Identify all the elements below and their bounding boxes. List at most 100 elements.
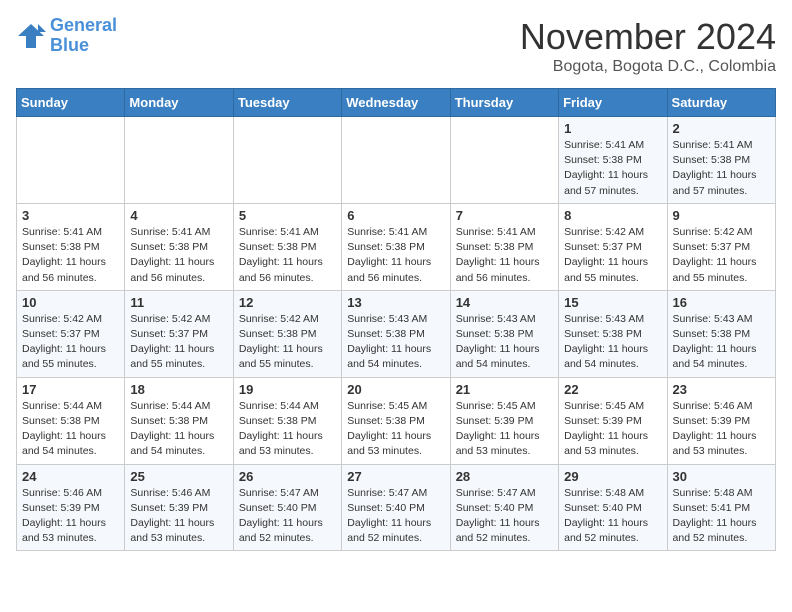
day-info: Sunrise: 5:46 AMSunset: 5:39 PMDaylight:…	[130, 486, 227, 547]
day-number: 10	[22, 295, 119, 310]
location-title: Bogota, Bogota D.C., Colombia	[520, 58, 776, 76]
day-number: 15	[564, 295, 661, 310]
day-number: 7	[456, 208, 553, 223]
day-info: Sunrise: 5:41 AMSunset: 5:38 PMDaylight:…	[130, 225, 227, 286]
day-cell: 6 Sunrise: 5:41 AMSunset: 5:38 PMDaylight…	[342, 203, 450, 290]
day-number: 1	[564, 121, 661, 136]
day-cell: 3 Sunrise: 5:41 AMSunset: 5:38 PMDaylight…	[17, 203, 125, 290]
day-cell: 7 Sunrise: 5:41 AMSunset: 5:38 PMDaylight…	[450, 203, 558, 290]
day-number: 13	[347, 295, 444, 310]
day-cell: 20 Sunrise: 5:45 AMSunset: 5:38 PMDayligh…	[342, 377, 450, 464]
day-info: Sunrise: 5:48 AMSunset: 5:40 PMDaylight:…	[564, 486, 661, 547]
day-cell: 19 Sunrise: 5:44 AMSunset: 5:38 PMDayligh…	[233, 377, 341, 464]
day-info: Sunrise: 5:46 AMSunset: 5:39 PMDaylight:…	[22, 486, 119, 547]
day-cell	[17, 117, 125, 204]
day-info: Sunrise: 5:44 AMSunset: 5:38 PMDaylight:…	[239, 399, 336, 460]
week-row-4: 17 Sunrise: 5:44 AMSunset: 5:38 PMDayligh…	[17, 377, 776, 464]
day-info: Sunrise: 5:41 AMSunset: 5:38 PMDaylight:…	[673, 138, 770, 199]
day-info: Sunrise: 5:43 AMSunset: 5:38 PMDaylight:…	[564, 312, 661, 373]
day-cell	[125, 117, 233, 204]
day-info: Sunrise: 5:45 AMSunset: 5:39 PMDaylight:…	[564, 399, 661, 460]
logo: General Blue	[16, 16, 117, 56]
day-cell	[342, 117, 450, 204]
week-row-3: 10 Sunrise: 5:42 AMSunset: 5:37 PMDayligh…	[17, 290, 776, 377]
day-cell: 2 Sunrise: 5:41 AMSunset: 5:38 PMDaylight…	[667, 117, 775, 204]
day-number: 26	[239, 469, 336, 484]
day-number: 5	[239, 208, 336, 223]
day-info: Sunrise: 5:41 AMSunset: 5:38 PMDaylight:…	[564, 138, 661, 199]
day-cell: 26 Sunrise: 5:47 AMSunset: 5:40 PMDayligh…	[233, 464, 341, 551]
day-number: 4	[130, 208, 227, 223]
day-info: Sunrise: 5:47 AMSunset: 5:40 PMDaylight:…	[239, 486, 336, 547]
logo-icon	[16, 22, 46, 50]
weekday-header-sunday: Sunday	[17, 89, 125, 117]
day-info: Sunrise: 5:46 AMSunset: 5:39 PMDaylight:…	[673, 399, 770, 460]
page-header: General Blue November 2024 Bogota, Bogot…	[16, 16, 776, 76]
day-number: 23	[673, 382, 770, 397]
day-info: Sunrise: 5:47 AMSunset: 5:40 PMDaylight:…	[347, 486, 444, 547]
day-number: 3	[22, 208, 119, 223]
day-number: 2	[673, 121, 770, 136]
day-info: Sunrise: 5:47 AMSunset: 5:40 PMDaylight:…	[456, 486, 553, 547]
day-number: 30	[673, 469, 770, 484]
day-cell: 4 Sunrise: 5:41 AMSunset: 5:38 PMDaylight…	[125, 203, 233, 290]
weekday-header-tuesday: Tuesday	[233, 89, 341, 117]
day-info: Sunrise: 5:43 AMSunset: 5:38 PMDaylight:…	[456, 312, 553, 373]
day-number: 22	[564, 382, 661, 397]
weekday-header-thursday: Thursday	[450, 89, 558, 117]
day-info: Sunrise: 5:44 AMSunset: 5:38 PMDaylight:…	[22, 399, 119, 460]
day-info: Sunrise: 5:43 AMSunset: 5:38 PMDaylight:…	[673, 312, 770, 373]
day-number: 14	[456, 295, 553, 310]
day-number: 17	[22, 382, 119, 397]
day-cell: 18Sunrise: 5:44 AMSunset: 5:38 PMDayligh…	[125, 377, 233, 464]
day-info: Sunrise: 5:48 AMSunset: 5:41 PMDaylight:…	[673, 486, 770, 547]
day-number: 28	[456, 469, 553, 484]
weekday-header-row: SundayMondayTuesdayWednesdayThursdayFrid…	[17, 89, 776, 117]
day-info: Sunrise: 5:45 AMSunset: 5:38 PMDaylight:…	[347, 399, 444, 460]
day-cell: 5 Sunrise: 5:41 AMSunset: 5:38 PMDaylight…	[233, 203, 341, 290]
day-number: 24	[22, 469, 119, 484]
day-cell: 30 Sunrise: 5:48 AMSunset: 5:41 PMDayligh…	[667, 464, 775, 551]
day-info: Sunrise: 5:44 AMSunset: 5:38 PMDaylight:…	[130, 399, 227, 460]
weekday-header-saturday: Saturday	[667, 89, 775, 117]
day-number: 16	[673, 295, 770, 310]
day-cell: 23 Sunrise: 5:46 AMSunset: 5:39 PMDayligh…	[667, 377, 775, 464]
day-info: Sunrise: 5:41 AMSunset: 5:38 PMDaylight:…	[22, 225, 119, 286]
day-cell: 14 Sunrise: 5:43 AMSunset: 5:38 PMDayligh…	[450, 290, 558, 377]
day-cell: 17 Sunrise: 5:44 AMSunset: 5:38 PMDayligh…	[17, 377, 125, 464]
day-cell: 1 Sunrise: 5:41 AMSunset: 5:38 PMDaylight…	[559, 117, 667, 204]
week-row-2: 3 Sunrise: 5:41 AMSunset: 5:38 PMDaylight…	[17, 203, 776, 290]
day-cell	[450, 117, 558, 204]
day-cell: 22 Sunrise: 5:45 AMSunset: 5:39 PMDayligh…	[559, 377, 667, 464]
day-info: Sunrise: 5:41 AMSunset: 5:38 PMDaylight:…	[456, 225, 553, 286]
day-number: 29	[564, 469, 661, 484]
day-number: 20	[347, 382, 444, 397]
calendar-table: SundayMondayTuesdayWednesdayThursdayFrid…	[16, 88, 776, 551]
day-info: Sunrise: 5:42 AMSunset: 5:37 PMDaylight:…	[564, 225, 661, 286]
day-number: 6	[347, 208, 444, 223]
day-cell: 15 Sunrise: 5:43 AMSunset: 5:38 PMDayligh…	[559, 290, 667, 377]
day-info: Sunrise: 5:42 AMSunset: 5:37 PMDaylight:…	[673, 225, 770, 286]
month-title: November 2024	[520, 16, 776, 58]
day-number: 9	[673, 208, 770, 223]
day-info: Sunrise: 5:45 AMSunset: 5:39 PMDaylight:…	[456, 399, 553, 460]
day-info: Sunrise: 5:42 AMSunset: 5:38 PMDaylight:…	[239, 312, 336, 373]
week-row-5: 24 Sunrise: 5:46 AMSunset: 5:39 PMDayligh…	[17, 464, 776, 551]
day-info: Sunrise: 5:42 AMSunset: 5:37 PMDaylight:…	[22, 312, 119, 373]
day-number: 11	[130, 295, 227, 310]
day-number: 19	[239, 382, 336, 397]
day-cell: 13 Sunrise: 5:43 AMSunset: 5:38 PMDayligh…	[342, 290, 450, 377]
day-cell: 24 Sunrise: 5:46 AMSunset: 5:39 PMDayligh…	[17, 464, 125, 551]
day-cell: 9 Sunrise: 5:42 AMSunset: 5:37 PMDaylight…	[667, 203, 775, 290]
day-cell: 28 Sunrise: 5:47 AMSunset: 5:40 PMDayligh…	[450, 464, 558, 551]
day-info: Sunrise: 5:41 AMSunset: 5:38 PMDaylight:…	[347, 225, 444, 286]
day-cell: 10 Sunrise: 5:42 AMSunset: 5:37 PMDayligh…	[17, 290, 125, 377]
day-info: Sunrise: 5:41 AMSunset: 5:38 PMDaylight:…	[239, 225, 336, 286]
day-info: Sunrise: 5:43 AMSunset: 5:38 PMDaylight:…	[347, 312, 444, 373]
weekday-header-friday: Friday	[559, 89, 667, 117]
title-block: November 2024 Bogota, Bogota D.C., Colom…	[520, 16, 776, 76]
day-number: 27	[347, 469, 444, 484]
day-number: 8	[564, 208, 661, 223]
logo-text: General Blue	[50, 16, 117, 56]
day-cell: 27 Sunrise: 5:47 AMSunset: 5:40 PMDayligh…	[342, 464, 450, 551]
